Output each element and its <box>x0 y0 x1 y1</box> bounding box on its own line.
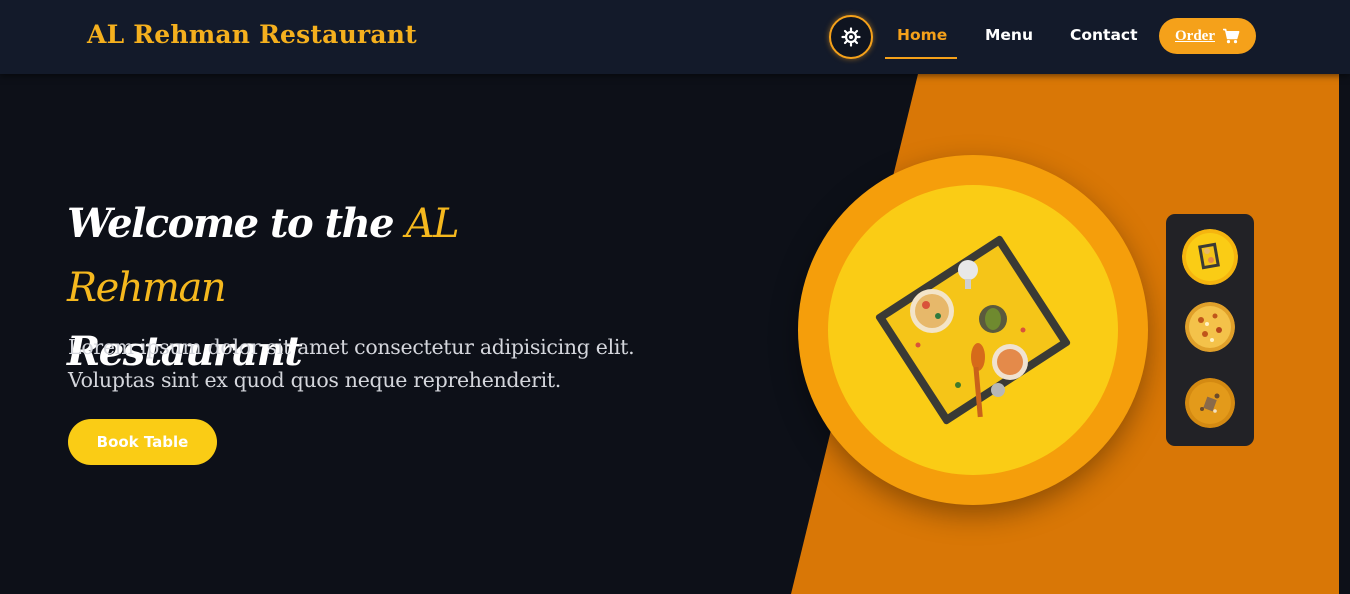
hero-subtext-line-2: Voluptas sint ex quod quos neque reprehe… <box>68 368 561 392</box>
book-table-button[interactable]: Book Table <box>68 419 217 465</box>
tray-dishes-thumb <box>1182 229 1238 285</box>
page-right-edge <box>1339 74 1350 594</box>
order-button[interactable]: Order <box>1159 18 1256 54</box>
order-button-label: Order <box>1175 27 1215 44</box>
thumbnail-tray-dishes[interactable] <box>1182 229 1238 285</box>
theme-toggle-button[interactable] <box>829 15 873 59</box>
featured-dish-image <box>828 185 1118 475</box>
thumbnail-spices[interactable] <box>1185 378 1235 428</box>
brand-logo-text[interactable]: AL Rehman Restaurant <box>87 20 417 49</box>
nav-link-contact[interactable]: Contact <box>1070 26 1138 44</box>
nav-link-home[interactable]: Home <box>897 26 947 44</box>
nav-link-menu[interactable]: Menu <box>985 26 1033 44</box>
hero-subtext-line-1: Lorem ipsum dolor sit amet consectetur a… <box>68 335 635 359</box>
cart-icon <box>1222 28 1240 44</box>
tray-of-dishes-photo <box>875 235 1071 425</box>
sun-gear-icon <box>841 27 861 47</box>
headline-prefix: Welcome to the <box>67 200 395 247</box>
thumbnail-pizza[interactable] <box>1185 302 1235 352</box>
hero-subtext: Lorem ipsum dolor sit amet consectetur a… <box>68 331 668 397</box>
active-link-underline <box>885 57 957 59</box>
navbar: AL Rehman Restaurant Home Menu Contact O… <box>0 0 1350 74</box>
pizza-thumb <box>1185 302 1235 352</box>
spices-thumb <box>1185 378 1235 428</box>
